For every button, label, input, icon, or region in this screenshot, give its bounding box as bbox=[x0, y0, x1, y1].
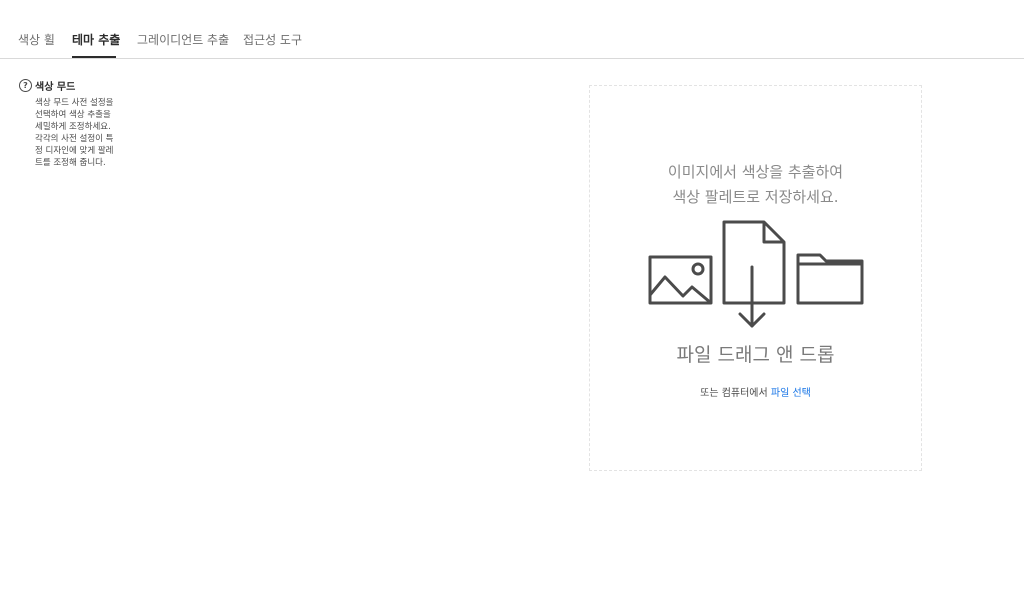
description-line: 색상 무드 사전 설정을 bbox=[35, 98, 114, 108]
question-circle-icon[interactable]: ? bbox=[19, 79, 32, 92]
file-drop-illustration bbox=[648, 220, 864, 328]
file-drop-zone[interactable]: 이미지에서 색상을 추출하여 색상 팔레트로 저장하세요. 파일 드래그 앤 드… bbox=[589, 85, 922, 471]
description-line: 정 디자인에 맞게 팔레 bbox=[35, 146, 114, 156]
folder-icon bbox=[796, 253, 864, 305]
color-mood-title: 색상 무드 bbox=[35, 82, 76, 93]
description-line: 각각의 사전 설정이 특 bbox=[35, 134, 114, 144]
tab-color-wheel[interactable]: 색상 휠 bbox=[18, 31, 55, 48]
description-line: 세밀하게 조정하세요. bbox=[35, 122, 111, 132]
drag-and-drop-title: 파일 드래그 앤 드롭 bbox=[676, 344, 835, 366]
document-icon bbox=[722, 220, 786, 305]
description-line: 선택하여 색상 추출을 bbox=[35, 110, 111, 120]
select-file-link[interactable]: 파일 선택 bbox=[771, 388, 811, 399]
description-line: 트를 조정해 줍니다. bbox=[35, 158, 106, 168]
tab-bar: 색상 휠 테마 추출 그레이디언트 추출 접근성 도구 bbox=[0, 0, 1024, 59]
download-arrow-icon bbox=[738, 265, 766, 328]
active-tab-indicator bbox=[72, 56, 116, 58]
tab-accessibility-tools[interactable]: 접근성 도구 bbox=[243, 31, 302, 48]
drop-heading: 이미지에서 색상을 추출하여 색상 팔레트로 저장하세요. bbox=[590, 160, 921, 210]
tab-extract-theme[interactable]: 테마 추출 bbox=[72, 31, 120, 48]
drop-heading-line: 색상 팔레트로 저장하세요. bbox=[672, 188, 839, 206]
or-from-computer-text: 또는 컴퓨터에서 bbox=[700, 388, 771, 399]
tab-extract-gradient[interactable]: 그레이디언트 추출 bbox=[137, 31, 229, 48]
drop-heading-line: 이미지에서 색상을 추출하여 bbox=[667, 163, 844, 181]
select-file-line: 또는 컴퓨터에서 파일 선택 bbox=[590, 384, 921, 399]
image-icon bbox=[648, 255, 713, 305]
color-mood-description: 색상 무드 사전 설정을 선택하여 색상 추출을 세밀하게 조정하세요. 각각의… bbox=[35, 97, 145, 169]
